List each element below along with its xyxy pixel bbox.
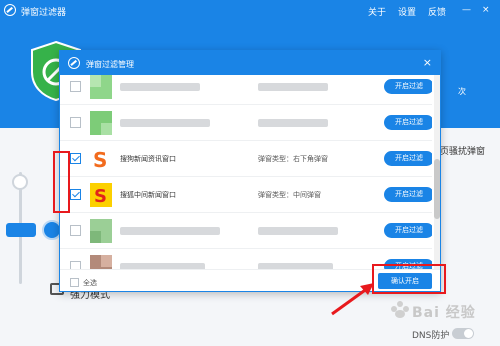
- sohu-logo-icon: S: [90, 183, 112, 207]
- dialog-title: 弹窗过滤管理: [86, 60, 134, 69]
- list-item: 开启过滤: [60, 75, 432, 105]
- dialog-titlebar: 弹窗过滤管理 ×: [60, 51, 440, 75]
- popup-type: 弹窗类型：中间弹窗: [258, 191, 321, 199]
- blurred-name: [120, 227, 220, 235]
- menu-about[interactable]: 关于: [368, 5, 386, 18]
- list-scrollbar[interactable]: [434, 75, 440, 269]
- list-item: 开启过滤: [60, 213, 432, 249]
- blurred-name: [120, 119, 210, 127]
- popup-thumbnail-icon: [90, 219, 112, 243]
- list-item: S 搜狗新闻资讯窗口 弹窗类型：右下角弹窗 开启过滤: [60, 141, 432, 177]
- mode-slider-knob[interactable]: [12, 174, 28, 190]
- mode-indicator: [6, 223, 36, 237]
- menu-feedback[interactable]: 反馈: [428, 5, 446, 18]
- popup-thumbnail-icon: [90, 255, 112, 269]
- enable-filter-button[interactable]: 开启过滤: [384, 79, 432, 94]
- blurred-type: [258, 83, 328, 91]
- select-all-checkbox[interactable]: [70, 278, 79, 287]
- list-item: 开启过滤: [60, 105, 432, 141]
- list-item: S 搜狐中间新闻窗口 弹窗类型：中间弹窗 开启过滤: [60, 177, 432, 213]
- row-checkbox[interactable]: [70, 261, 81, 269]
- app-logo-icon: [4, 4, 16, 16]
- select-all-label[interactable]: 全选: [83, 278, 97, 288]
- menu-settings[interactable]: 设置: [398, 5, 416, 18]
- row-checkbox[interactable]: [70, 225, 81, 236]
- dns-label: DNS防护: [412, 331, 450, 341]
- enable-filter-button[interactable]: 开启过滤: [384, 187, 432, 202]
- row-checkbox[interactable]: [70, 117, 81, 128]
- popup-type: 弹窗类型：右下角弹窗: [258, 155, 328, 163]
- scrollbar-thumb[interactable]: [434, 159, 440, 219]
- row-checkbox[interactable]: [70, 189, 81, 200]
- close-app-button[interactable]: ×: [482, 5, 490, 15]
- watermark-text: Bai 经验: [412, 305, 476, 321]
- popup-filter-label: 页骚扰弹窗: [440, 147, 486, 157]
- popup-name: 搜狗新闻资讯窗口: [120, 155, 176, 163]
- popup-name: 搜狐中间新闻窗口: [120, 191, 176, 199]
- popup-thumbnail-icon: [90, 111, 112, 135]
- minimize-button[interactable]: —: [462, 5, 471, 15]
- app-titlebar: 弹窗过滤器 关于 设置 反馈 — ×: [0, 0, 500, 20]
- dialog-close-button[interactable]: ×: [423, 56, 432, 69]
- annotation-arrow-icon: [331, 283, 374, 316]
- app-title: 弹窗过滤器: [21, 8, 67, 18]
- dns-toggle[interactable]: [452, 328, 474, 339]
- blurred-type: [258, 119, 328, 127]
- sogou-logo-icon: S: [90, 147, 112, 171]
- popup-filter-dialog: 弹窗过滤管理 × 开启过滤 开启过滤 S 搜狗新闻资讯窗口 弹窗类型：右下角弹窗…: [59, 50, 441, 292]
- svg-text:S: S: [94, 186, 107, 207]
- enable-filter-button[interactable]: 开启过滤: [384, 115, 432, 130]
- annotation-button-highlight: [372, 264, 446, 294]
- blurred-type: [258, 227, 338, 235]
- blurred-name: [120, 83, 200, 91]
- enable-filter-button[interactable]: 开启过滤: [384, 223, 432, 238]
- dialog-logo-icon: [68, 57, 80, 69]
- enable-filter-button[interactable]: 开启过滤: [384, 151, 432, 166]
- row-checkbox[interactable]: [70, 81, 81, 92]
- popup-list: 开启过滤 开启过滤 S 搜狗新闻资讯窗口 弹窗类型：右下角弹窗 开启过滤 S 搜…: [60, 75, 432, 269]
- header-count-suffix: 次: [458, 87, 466, 96]
- popup-thumbnail-icon: [90, 75, 112, 99]
- svg-text:S: S: [93, 148, 107, 171]
- annotation-checkbox-highlight: [53, 151, 70, 213]
- row-checkbox[interactable]: [70, 153, 81, 164]
